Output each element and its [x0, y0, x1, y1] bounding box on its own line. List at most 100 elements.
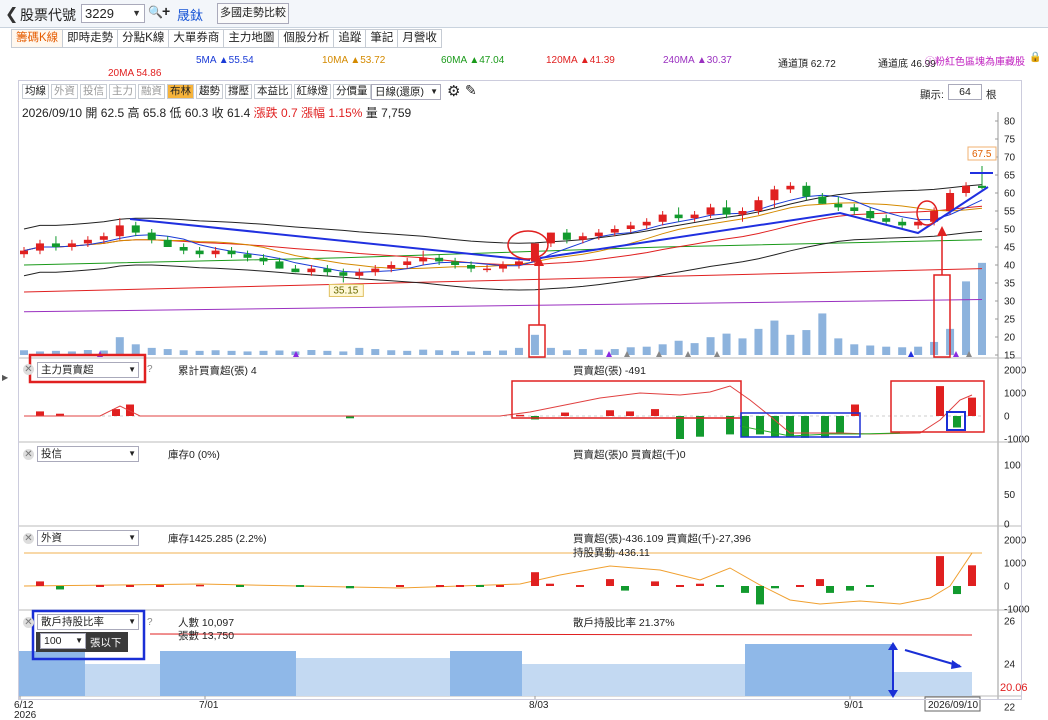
- trust-select-value: 投信: [41, 448, 62, 460]
- tab-2[interactable]: 分點K線: [118, 29, 170, 48]
- tab-7[interactable]: 筆記: [366, 29, 399, 48]
- open-label: 開: [85, 106, 98, 120]
- chart-frame: [18, 80, 1022, 700]
- toolbar-button-8[interactable]: 本益比: [254, 84, 292, 99]
- ma60: 60MA ▲47.04: [441, 55, 505, 66]
- main-force-legend-cum: 累計買賣超(張) 4: [178, 365, 257, 377]
- dropdown-icon[interactable]: ▼: [128, 363, 136, 377]
- change-value: 0.7: [281, 106, 298, 120]
- close-icon[interactable]: ✕: [23, 364, 34, 375]
- pct-label: 漲幅: [301, 106, 326, 120]
- ohlc-date: 2026/09/10: [22, 106, 83, 120]
- foreign-legend-change: 持股異動-436.11: [573, 547, 650, 559]
- toolbar-button-2[interactable]: 投信: [80, 84, 107, 99]
- close-icon[interactable]: ✕: [23, 449, 34, 460]
- dropdown-icon[interactable]: ▼: [132, 5, 141, 22]
- high-value: 65.8: [142, 106, 167, 120]
- foreign-select[interactable]: 外資 ▼: [37, 530, 139, 546]
- stock-code-input[interactable]: 3229 ▼: [81, 4, 145, 23]
- change-label: 漲跌: [253, 106, 278, 120]
- x-tick-label: 9/01: [844, 700, 864, 711]
- expand-arrow-icon[interactable]: ▶: [2, 373, 8, 382]
- gear-icon[interactable]: ⚙: [447, 82, 460, 100]
- toolbar-button-1[interactable]: 外資: [51, 84, 78, 99]
- x-tick-label: 7/01: [199, 700, 219, 711]
- lot-threshold-label: 張以下: [90, 637, 122, 649]
- toolbar-button-9[interactable]: 紅綠燈: [293, 84, 331, 99]
- stock-name: 晟鈦: [177, 8, 204, 23]
- search-icon[interactable]: 🔍: [148, 5, 163, 19]
- trust-legend-inventory: 庫存0 (0%): [168, 449, 220, 461]
- tab-1[interactable]: 即時走勢: [63, 29, 119, 48]
- low-value: 60.3: [184, 106, 209, 120]
- ma-legend: 5MA ▲55.54 10MA ▲53.72 60MA ▲47.04 120MA…: [0, 53, 1048, 79]
- toolbar-button-6[interactable]: 趨勢: [196, 84, 223, 99]
- tab-3[interactable]: 大單券商: [169, 29, 225, 48]
- ma240: 240MA ▲30.37: [663, 55, 732, 66]
- x-tick-label: 8/03: [529, 700, 549, 711]
- low-label: 低: [169, 106, 182, 120]
- stock-code-value: 3229: [85, 6, 114, 21]
- dropdown-icon[interactable]: ▼: [128, 447, 136, 461]
- period-value: 日線(還原): [375, 86, 424, 98]
- main-force-select[interactable]: 主力買賣超 ▼: [37, 362, 139, 378]
- compare-button[interactable]: 多國走勢比較: [217, 3, 289, 24]
- ma20: 20MA 54.86: [108, 68, 162, 79]
- trust-select[interactable]: 投信 ▼: [37, 446, 139, 462]
- show-label: 顯示:: [920, 89, 944, 101]
- tab-4[interactable]: 主力地圖: [224, 29, 280, 48]
- dropdown-icon[interactable]: ▼: [128, 615, 136, 629]
- holders-select[interactable]: 散戶持股比率 ▼: [37, 614, 139, 630]
- close-icon[interactable]: ✕: [23, 617, 34, 628]
- pen-icon[interactable]: ✎: [465, 82, 477, 99]
- chart-toolbar: 均線 外資 投信 主力 融資 布林 趨勢 撐壓 本益比 紅綠燈 分價量: [22, 84, 371, 100]
- toolbar-button-0[interactable]: 均線: [22, 84, 49, 99]
- channel-top: 通道頂 62.72: [778, 59, 836, 70]
- close-icon[interactable]: ✕: [23, 533, 34, 544]
- ma10: 10MA ▲53.72: [322, 55, 386, 66]
- holders-y-label: 22: [1004, 703, 1016, 714]
- toolbar-button-3[interactable]: 主力: [109, 84, 136, 99]
- dropdown-icon[interactable]: ▼: [128, 531, 136, 545]
- toolbar-button-10[interactable]: 分價量: [333, 84, 371, 99]
- foreign-select-value: 外資: [41, 532, 62, 544]
- dropdown-icon[interactable]: ▼: [430, 85, 438, 99]
- foreign-legend-inventory: 庫存1425.285 (2.2%): [168, 533, 267, 545]
- add-icon[interactable]: +: [162, 3, 170, 19]
- main-force-legend-daily: 買賣超(張) -491: [573, 365, 646, 377]
- current-date-label: 2026/09/10: [928, 700, 978, 711]
- help-icon[interactable]: ?: [147, 617, 153, 628]
- top-bar: ❮ 股票代號 3229 ▼ 🔍 + 晟鈦 多國走勢比較: [0, 0, 1048, 28]
- show-unit: 根: [986, 89, 997, 101]
- tab-bar: 籌碼K線 即時走勢 分點K線 大單券商 主力地圖 個股分析 追蹤 筆記 月營收: [11, 29, 442, 48]
- volume-label: 量: [365, 106, 378, 120]
- stock-code-label: 股票代號: [20, 7, 76, 23]
- tab-6[interactable]: 追蹤: [334, 29, 367, 48]
- volume-value: 7,759: [381, 106, 412, 120]
- high-label: 高: [127, 106, 140, 120]
- dropdown-icon[interactable]: ▼: [75, 634, 83, 648]
- toolbar-button-5[interactable]: 布林: [167, 84, 194, 99]
- tab-0[interactable]: 籌碼K線: [11, 29, 64, 48]
- lot-threshold-select[interactable]: 100 ▼: [40, 633, 86, 649]
- toolbar-button-4[interactable]: 融資: [138, 84, 165, 99]
- help-icon[interactable]: ?: [147, 364, 153, 375]
- back-icon[interactable]: ❮: [5, 4, 18, 24]
- open-value: 62.5: [100, 106, 125, 120]
- show-count-input[interactable]: 64: [948, 84, 982, 100]
- tab-5[interactable]: 個股分析: [279, 29, 335, 48]
- ohlc-info: 2026/09/10 開 62.5 高 65.8 低 60.3 收 61.4 漲…: [22, 104, 411, 121]
- toolbar-button-7[interactable]: 撐壓: [225, 84, 252, 99]
- treasury-hint-link[interactable]: ⓘ粉紅色區塊為庫藏股: [925, 53, 1025, 68]
- tab-8[interactable]: 月營收: [398, 29, 442, 48]
- period-select[interactable]: 日線(還原) ▼: [371, 84, 441, 100]
- ma120: 120MA ▲41.39: [546, 55, 615, 66]
- pct-value: 1.15%: [328, 106, 363, 120]
- holders-legend-ratio: 散戶持股比率 21.37%: [573, 617, 675, 629]
- ma5: 5MA ▲55.54: [196, 55, 254, 66]
- close-label: 收: [211, 106, 224, 120]
- trust-legend-net: 買賣超(張)0 買賣超(千)0: [573, 449, 686, 461]
- close-value: 61.4: [226, 106, 251, 120]
- foreign-legend-net: 買賣超(張)-436.109 買賣超(千)-27,396: [573, 533, 751, 545]
- lock-icon[interactable]: 🔒: [1029, 52, 1041, 63]
